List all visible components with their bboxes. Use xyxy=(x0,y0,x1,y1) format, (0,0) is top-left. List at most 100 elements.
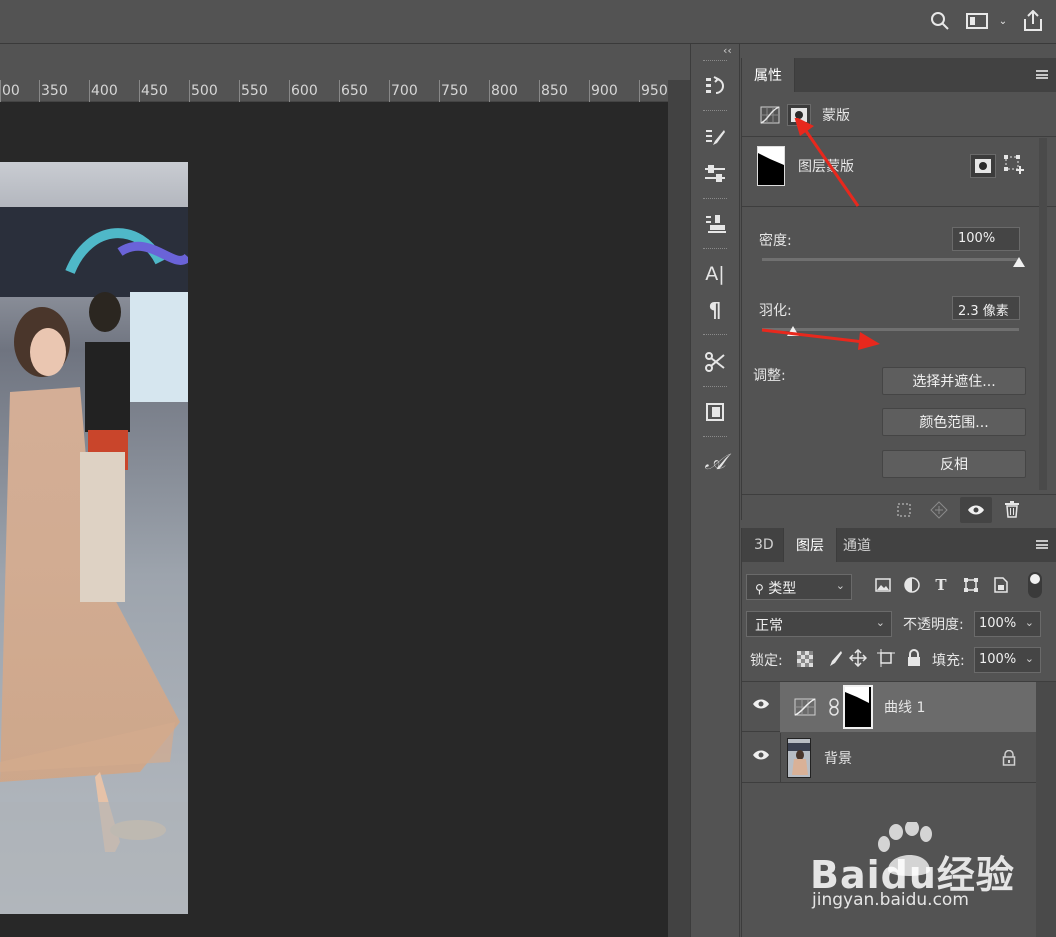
tools-icon[interactable] xyxy=(703,350,727,374)
filter-adjustment-icon[interactable] xyxy=(903,576,921,594)
filter-shape-icon[interactable] xyxy=(962,576,980,594)
lock-transparency-icon[interactable] xyxy=(797,651,813,667)
lock-position-move-icon[interactable] xyxy=(848,648,868,668)
layer-name[interactable]: 背景 xyxy=(824,748,852,768)
mask-thumbnail[interactable] xyxy=(757,146,785,186)
layer-filter-select[interactable]: ⚲ 类型 ⌄ xyxy=(746,574,852,600)
lock-artboard-icon[interactable] xyxy=(877,649,895,667)
layer-mask-thumbnail[interactable] xyxy=(843,685,873,729)
workspace-dropdown-chevron-icon[interactable]: ⌄ xyxy=(996,10,1010,32)
annotation-arrow-right xyxy=(761,328,880,350)
top-options-bar: ⌄ xyxy=(0,0,1056,44)
blend-mode-value: 正常 xyxy=(755,618,783,634)
feather-label: 羽化: xyxy=(759,303,792,319)
properties-scrollbar[interactable] xyxy=(1039,138,1047,490)
filter-type-icon[interactable]: T xyxy=(932,576,950,594)
density-field[interactable]: 100% xyxy=(952,227,1020,251)
curves-adjustment-icon[interactable] xyxy=(760,106,780,124)
opacity-label: 不透明度: xyxy=(903,617,964,633)
chevron-down-icon: ⌄ xyxy=(835,579,845,592)
layer-filter-label: 类型 xyxy=(768,581,797,597)
chevron-down-icon: ⌄ xyxy=(875,616,885,629)
document-photo[interactable] xyxy=(0,162,188,914)
opacity-field[interactable]: 100% ⌄ xyxy=(974,611,1041,637)
select-and-mask-button[interactable]: 选择并遮住... xyxy=(882,367,1026,395)
mask-link-chain-icon[interactable] xyxy=(828,698,840,716)
search-icon[interactable] xyxy=(929,10,951,32)
workspace-icon[interactable] xyxy=(964,10,990,32)
curves-adjustment-icon xyxy=(794,698,816,716)
adjustments-icon[interactable] xyxy=(703,162,727,186)
invert-button[interactable]: 反相 xyxy=(882,450,1026,478)
fill-value: 100% xyxy=(979,652,1017,667)
ruler-tick: 750 xyxy=(441,83,468,99)
filter-smart-object-icon[interactable] xyxy=(992,576,1010,594)
ruler-tick: 950 xyxy=(641,83,668,99)
lock-all-icon[interactable] xyxy=(906,649,922,667)
ruler-tick: 650 xyxy=(341,83,368,99)
filter-pixel-icon[interactable] xyxy=(874,576,892,594)
color-range-button[interactable]: 颜色范围... xyxy=(882,408,1026,436)
tab-layers[interactable]: 图层 xyxy=(783,528,837,562)
libraries-icon[interactable] xyxy=(703,400,727,424)
layer-row[interactable]: 背景 xyxy=(742,733,1036,783)
row-divider xyxy=(780,733,781,783)
visibility-eye-icon[interactable] xyxy=(752,698,770,716)
clone-source-icon[interactable] xyxy=(703,212,727,236)
delete-mask-icon[interactable] xyxy=(1004,500,1020,518)
watermark-url: jingyan.baidu.com xyxy=(812,890,969,910)
ruler-tick: 500 xyxy=(191,83,218,99)
layer-row[interactable]: 曲线 1 xyxy=(742,682,1036,732)
chevron-down-icon: ⌄ xyxy=(1024,616,1034,629)
blend-mode-select[interactable]: 正常 ⌄ xyxy=(746,611,892,637)
glyphs-icon[interactable]: 𝒜 xyxy=(703,450,727,475)
horizontal-ruler: 00 350 400 450 500 550 600 650 700 750 8… xyxy=(0,80,668,102)
properties-panel: 属性 蒙版 图层蒙版 密度: 100% 羽化: 2.3 像素 调整: 选择并遮住… xyxy=(741,58,1056,523)
collapse-icon[interactable]: ‹‹ xyxy=(723,44,732,57)
layer-thumbnail[interactable] xyxy=(787,738,811,778)
fill-label: 填充: xyxy=(932,653,965,669)
ruler-tick: 350 xyxy=(41,83,68,99)
share-icon[interactable] xyxy=(1022,10,1044,32)
density-slider-thumb[interactable] xyxy=(1013,257,1025,267)
layers-menu-icon[interactable] xyxy=(1036,540,1048,549)
ruler-tick: 450 xyxy=(141,83,168,99)
paragraph-icon[interactable]: ¶ xyxy=(703,298,727,322)
ruler-tick: 00 xyxy=(2,83,20,99)
layers-scrollbar[interactable] xyxy=(1036,682,1056,937)
add-pixel-mask-icon[interactable] xyxy=(970,154,996,178)
lock-pixels-brush-icon[interactable] xyxy=(824,650,842,668)
ruler-tick: 400 xyxy=(91,83,118,99)
ruler-tick: 850 xyxy=(541,83,568,99)
tab-channels[interactable]: 通道 xyxy=(831,528,883,562)
toggle-mask-visibility-icon[interactable] xyxy=(960,497,992,523)
ruler-tick: 600 xyxy=(291,83,318,99)
layer-name[interactable]: 曲线 1 xyxy=(884,697,925,717)
history-icon[interactable] xyxy=(703,74,727,98)
ruler-tick: 800 xyxy=(491,83,518,99)
visibility-eye-icon[interactable] xyxy=(752,749,770,767)
panel-icon-strip: ‹‹ A| ¶ 𝒜 xyxy=(690,44,740,937)
search-icon: ⚲ xyxy=(755,582,764,596)
brush-settings-icon[interactable] xyxy=(703,126,727,150)
apply-mask-icon[interactable] xyxy=(930,501,948,519)
density-slider-track[interactable] xyxy=(762,258,1019,261)
character-icon[interactable]: A| xyxy=(703,262,727,286)
chevron-down-icon: ⌄ xyxy=(1024,652,1034,665)
ruler-tick: 550 xyxy=(241,83,268,99)
vertical-scrollbar[interactable] xyxy=(668,80,690,937)
tab-properties[interactable]: 属性 xyxy=(742,58,795,92)
annotation-arrow-up xyxy=(794,118,860,207)
document-tab-bar xyxy=(0,44,690,80)
fill-field[interactable]: 100% ⌄ xyxy=(974,647,1041,673)
add-vector-mask-icon[interactable] xyxy=(1004,155,1024,175)
lock-icon xyxy=(1002,749,1016,766)
feather-field[interactable]: 2.3 像素 xyxy=(952,296,1020,320)
load-selection-icon[interactable] xyxy=(896,502,912,518)
ruler-tick: 700 xyxy=(391,83,418,99)
adjust-label: 调整: xyxy=(753,368,786,384)
filter-toggle[interactable] xyxy=(1028,572,1042,598)
properties-menu-icon[interactable] xyxy=(1036,70,1048,79)
density-label: 密度: xyxy=(759,233,792,249)
tab-3d[interactable]: 3D xyxy=(742,528,786,562)
